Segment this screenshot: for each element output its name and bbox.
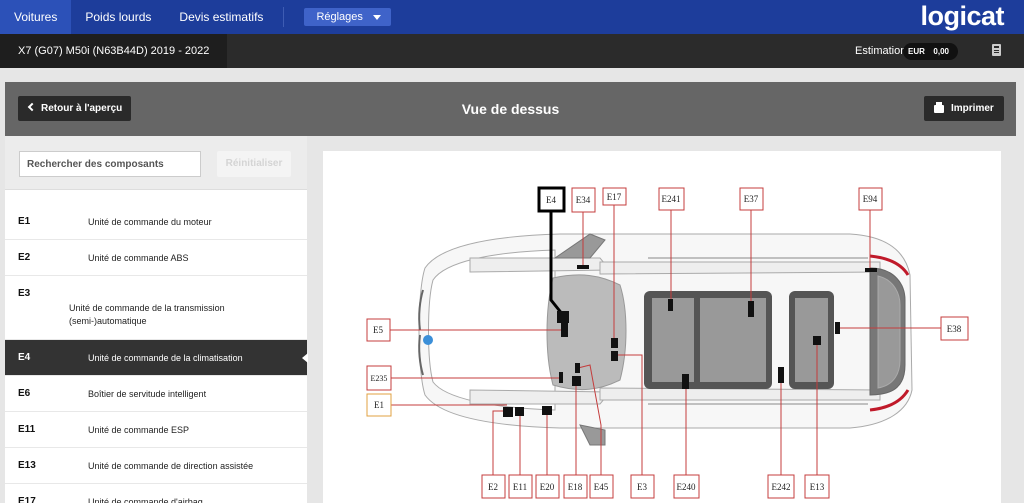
label-e240[interactable]: E240 — [673, 474, 700, 499]
tab-devis-estimatifs[interactable]: Devis estimatifs — [165, 0, 277, 34]
view-header: Vue de dessus Retour à l'aperçu Imprimer — [5, 82, 1016, 136]
chevron-down-icon — [372, 14, 381, 20]
top-nav: Voitures Poids lourds Devis estimatifs R… — [0, 0, 1024, 34]
chevron-left-icon — [27, 102, 37, 112]
svg-text:E1: E1 — [374, 400, 384, 410]
component-label: Unité de commande d'airbag — [88, 497, 203, 503]
component-list: E1 Unité de commande du moteur E2 Unité de… — [5, 204, 308, 503]
label-e45[interactable]: E45 — [589, 474, 614, 499]
svg-text:E34: E34 — [576, 195, 591, 205]
svg-text:E45: E45 — [594, 482, 609, 492]
svg-text:E17: E17 — [607, 192, 622, 202]
label-e11[interactable]: E11 — [508, 474, 533, 499]
component-code: E1 — [18, 216, 31, 227]
print-button-label: Imprimer — [951, 103, 994, 114]
tab-voitures[interactable]: Voitures — [0, 0, 72, 34]
component-code: E17 — [18, 496, 36, 503]
component-code: E13 — [18, 460, 36, 471]
list-item[interactable]: E17 Unité de commande d'airbag — [5, 484, 307, 503]
label-e94[interactable]: E94 — [858, 187, 883, 211]
component-code: E11 — [18, 424, 36, 435]
svg-text:E38: E38 — [947, 324, 962, 334]
label-e2[interactable]: E2 — [481, 474, 506, 499]
car-top-view-svg: E4 E34 E17 E241 E37 E94 E5 E38 E235 E1 E… — [366, 186, 969, 499]
settings-dropdown[interactable]: Réglages — [304, 8, 391, 26]
svg-text:E18: E18 — [568, 482, 583, 492]
logo: logicat — [920, 1, 1004, 31]
component-code: E4 — [18, 352, 31, 363]
label-e18[interactable]: E18 — [563, 474, 588, 499]
back-button-label: Retour à l'aperçu — [41, 103, 123, 114]
label-e235[interactable]: E235 — [366, 365, 392, 391]
svg-text:E94: E94 — [863, 194, 878, 204]
list-item[interactable]: E1 Unité de commande du moteur — [5, 204, 307, 240]
vehicle-name: X7 (G07) M50i (N63B44D) 2019 - 2022 — [0, 34, 228, 68]
svg-text:E240: E240 — [677, 482, 696, 492]
label-e241[interactable]: E241 — [658, 187, 685, 211]
svg-text:E13: E13 — [810, 482, 825, 492]
svg-text:E20: E20 — [540, 482, 555, 492]
label-e38[interactable]: E38 — [940, 316, 969, 341]
svg-text:E5: E5 — [373, 325, 383, 335]
vehicle-bar: X7 (G07) M50i (N63B44D) 2019 - 2022 Esti… — [0, 34, 1024, 68]
label-e3[interactable]: E3 — [630, 474, 655, 499]
label-e17[interactable]: E17 — [602, 187, 627, 206]
label-e4[interactable]: E4 — [537, 186, 566, 213]
svg-text:E235: E235 — [371, 374, 388, 383]
print-button[interactable]: Imprimer — [924, 96, 1004, 121]
list-item[interactable]: E2 Unité de commande ABS — [5, 240, 307, 276]
component-label: Unité de commande du moteur — [88, 217, 212, 227]
component-label: Unité de commande de la transmission (se… — [69, 303, 225, 326]
page-title: Vue de dessus — [461, 101, 560, 117]
list-item[interactable]: E11 Unité de commande ESP — [5, 412, 307, 448]
label-e34[interactable]: E34 — [571, 187, 596, 213]
svg-text:E3: E3 — [637, 482, 647, 492]
component-code: E6 — [18, 388, 31, 399]
component-sidebar: Réinitialiser E1 Unité de commande du mot… — [5, 136, 308, 503]
settings-label: Réglages — [316, 11, 363, 23]
nav-divider — [283, 7, 285, 27]
component-label: Unité de commande ABS — [88, 253, 189, 263]
amount: 0,00 — [933, 47, 949, 56]
reset-button[interactable]: Réinitialiser — [217, 151, 291, 177]
component-code: E2 — [18, 252, 31, 263]
back-button[interactable]: Retour à l'aperçu — [18, 96, 132, 121]
svg-text:E241: E241 — [662, 194, 681, 204]
svg-text:E242: E242 — [772, 482, 791, 492]
component-label: Unité de commande de direction assistée — [88, 461, 254, 471]
svg-text:E11: E11 — [513, 482, 527, 492]
list-item[interactable]: E6 Boîtier de servitude intelligent — [5, 376, 307, 412]
search-input[interactable] — [19, 151, 201, 177]
estimation-amount-badge: EUR 0,00 — [903, 43, 958, 60]
svg-text:E2: E2 — [488, 482, 498, 492]
label-e1[interactable]: E1 — [366, 393, 392, 417]
component-label: Boîtier de servitude intelligent — [88, 389, 207, 399]
list-item[interactable]: E13 Unité de commande de direction assist… — [5, 448, 307, 484]
label-e20[interactable]: E20 — [535, 474, 560, 499]
calculator-icon[interactable] — [992, 44, 1001, 56]
list-item-active[interactable]: E4 Unité de commande de la climatisation — [5, 340, 308, 376]
svg-text:E4: E4 — [546, 195, 556, 205]
printer-icon — [934, 101, 944, 113]
component-label: Unité de commande de la climatisation — [88, 353, 243, 363]
svg-text:E37: E37 — [744, 194, 759, 204]
label-e5[interactable]: E5 — [366, 318, 391, 342]
car-diagram-panel: E4 E34 E17 E241 E37 E94 E5 E38 E235 E1 E… — [323, 151, 1001, 503]
currency: EUR — [908, 47, 925, 56]
component-label: Unité de commande ESP — [88, 425, 190, 435]
list-item[interactable]: E3 Unité de commande de la transmission (… — [5, 276, 307, 340]
tab-poids-lourds[interactable]: Poids lourds — [71, 0, 165, 34]
label-e242[interactable]: E242 — [767, 474, 795, 499]
front-sensor-marker — [423, 335, 433, 345]
label-e37[interactable]: E37 — [739, 187, 764, 211]
component-code: E3 — [18, 288, 31, 299]
search-bar: Réinitialiser — [5, 136, 307, 190]
estimation-label: Estimation — [855, 45, 907, 57]
label-e13[interactable]: E13 — [804, 474, 830, 499]
